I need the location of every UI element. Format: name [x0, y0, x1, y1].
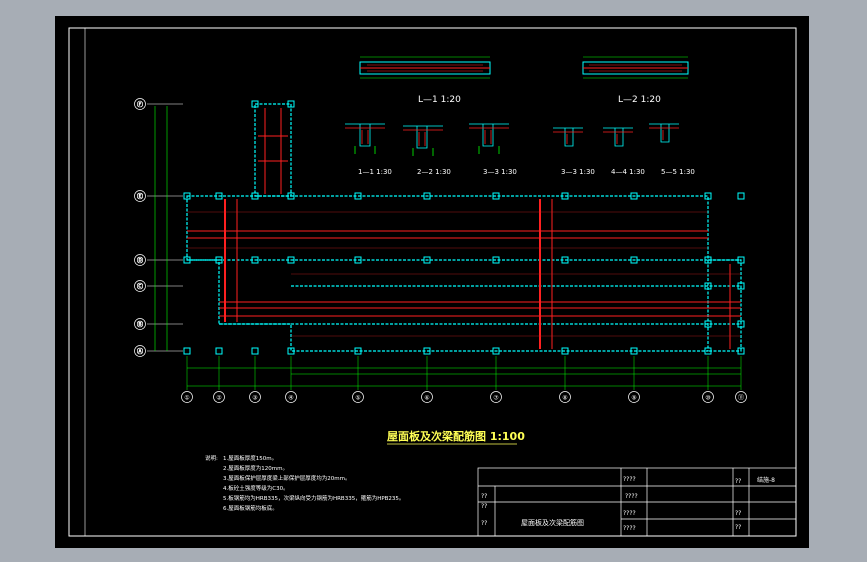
row-axis-label: Ⓐ — [137, 348, 143, 356]
slab-outline — [186, 103, 742, 352]
column-marker — [215, 347, 223, 355]
row-axis-label: Ⓓ — [137, 257, 143, 265]
column-axis-label: ⑥ — [424, 395, 429, 402]
section-label: 1—1 1:30 — [358, 168, 392, 176]
column-axis-label: ④ — [288, 395, 293, 402]
column-marker — [251, 347, 259, 355]
note-2: 2.屋面板厚度为120mm。 — [223, 464, 288, 472]
tb-cell-1: ???? — [623, 476, 636, 483]
drawing-viewport[interactable]: L—1 1:20 L—2 1:20 1—1 1:30 2—2 1:30 3—3 1:… — [55, 16, 809, 548]
section-l1-label: L—1 1:20 — [418, 95, 461, 105]
tb-cell-2: ?? — [735, 478, 741, 485]
column-marker — [737, 192, 745, 200]
row-axis-label: Ⓑ — [137, 321, 143, 329]
note-4: 4.板砼土强度等级为C30。 — [223, 484, 289, 492]
note-6: 6.屋面板钢筋均板底。 — [223, 504, 278, 512]
drawing-title: 屋面板及次梁配筋图 1:100 — [387, 429, 525, 443]
tb-cell-9: ?? — [735, 524, 741, 531]
tb-cell-3: ???? — [625, 493, 638, 500]
structural-drawing: L—1 1:20 L—2 1:20 1—1 1:30 2—2 1:30 3—3 1:… — [68, 27, 797, 537]
tb-cell-6: ???? — [623, 510, 636, 517]
column-axes: ① ② ③ ④ ⑤ ⑥ ⑦ ⑧ ⑨ ⑩ ⑪ — [181, 356, 747, 403]
column-axis-label: ⑧ — [562, 395, 567, 402]
note-1: 1.屋面板厚度150m。 — [223, 454, 277, 462]
note-3: 3.屋面板保护层厚度梁上部保护层厚度均为20mm。 — [223, 474, 350, 482]
beam-section-l1 — [359, 56, 491, 79]
section-l2-label: L—2 1:20 — [618, 95, 661, 105]
column-axis-label: ⑩ — [705, 395, 710, 402]
title-block-text: ???? ?? 结施-8 ???? ?? ?? ???? ?? ?? ?? ??… — [481, 476, 775, 532]
note-5: 5.板钢筋均为HRB335，次梁纵向受力钢筋为HRB335，箍筋为HPB235。 — [223, 494, 404, 502]
section-label: 3—3 1:30 — [483, 168, 517, 176]
column-axis-label: ⑪ — [738, 394, 744, 402]
tb-cell-7: ?? — [735, 510, 741, 517]
tb-drawing-name: 屋面板及次梁配筋图 — [521, 518, 584, 527]
beam-section-l2 — [582, 56, 689, 79]
row-axis-label: Ⓔ — [137, 193, 143, 201]
tb-cell-5: ?? — [481, 503, 487, 510]
tb-sheet-no: 结施-8 — [757, 476, 775, 484]
section-label: 3—3 1:30 — [561, 168, 595, 176]
section-label: 2—2 1:30 — [417, 168, 451, 176]
section-details — [345, 123, 679, 156]
rebar-lines — [187, 108, 741, 349]
tb-cell-4: ?? — [481, 493, 487, 500]
column-axis-label: ① — [184, 395, 189, 402]
column-marker — [183, 347, 191, 355]
tb-cell-8: ?? — [481, 520, 487, 527]
dimension-lines — [154, 106, 741, 387]
column-axis-label: ⑤ — [355, 395, 360, 402]
row-axes: Ⓕ Ⓔ Ⓓ Ⓒ Ⓑ Ⓐ — [134, 98, 183, 357]
notes-heading: 说明: — [205, 454, 218, 462]
column-axis-label: ⑦ — [493, 395, 499, 402]
row-axis-label: Ⓒ — [137, 283, 143, 291]
section-label: 4—4 1:30 — [611, 168, 645, 176]
section-label: 5—5 1:30 — [661, 168, 695, 176]
column-axis-label: ⑨ — [631, 395, 636, 402]
section-labels-row: 1—1 1:30 2—2 1:30 3—3 1:30 3—3 1:30 4—4 1:30… — [358, 168, 695, 176]
column-axis-label: ③ — [252, 395, 257, 402]
row-axis-label: Ⓕ — [137, 101, 143, 109]
column-axis-label: ② — [216, 395, 222, 402]
tb-cell-10: ???? — [623, 525, 636, 532]
notes-block: 说明: 1.屋面板厚度150m。 2.屋面板厚度为120mm。 3.屋面板保护层… — [205, 454, 404, 512]
